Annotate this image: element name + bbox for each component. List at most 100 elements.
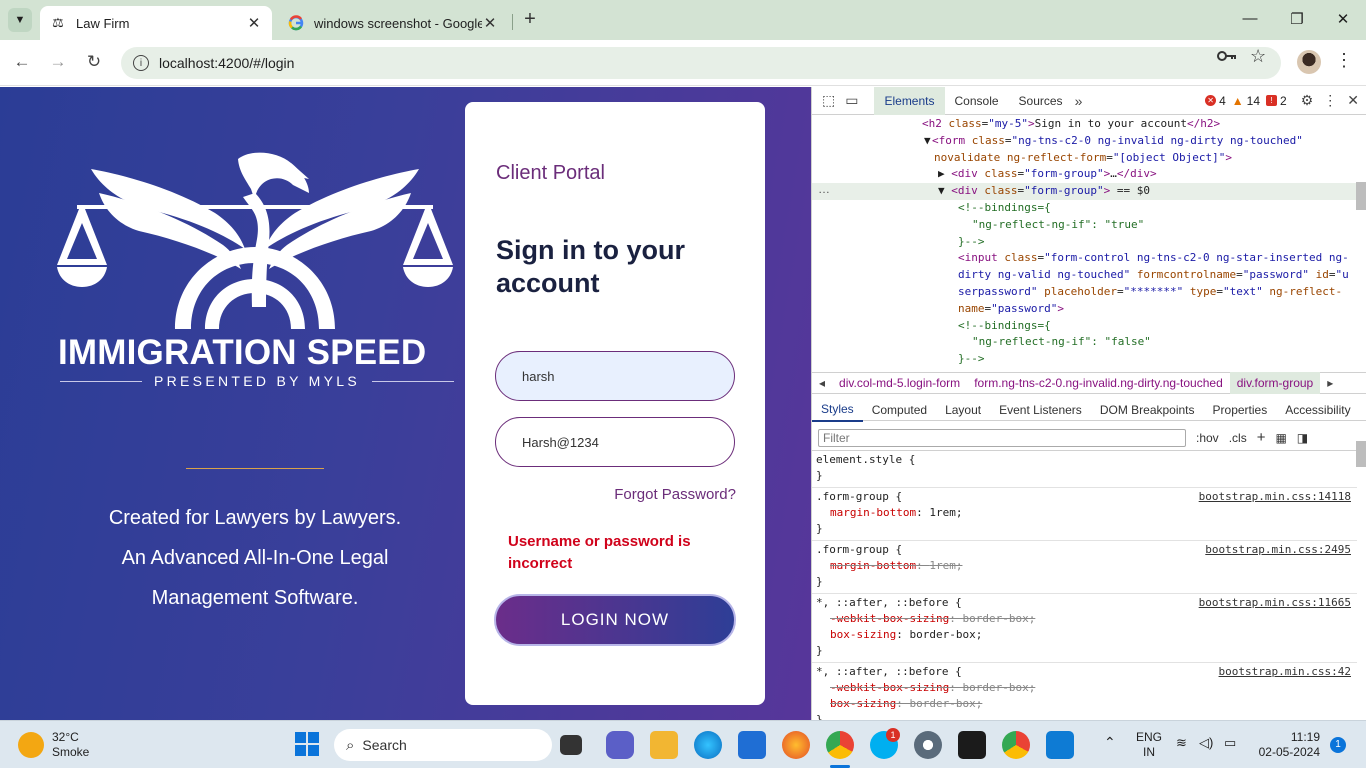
clock[interactable]: 11:19 02-05-2024 <box>1259 730 1320 760</box>
tray-overflow-chevron-icon[interactable]: ⌃ <box>1104 734 1116 751</box>
errors-badge[interactable]: ✕ 4 <box>1205 94 1226 108</box>
close-devtools-icon[interactable]: ✕ <box>1347 92 1359 109</box>
dom-line[interactable]: novalidate ng-reflect-form="[object Obje… <box>812 150 1357 167</box>
volume-icon[interactable]: ◁) <box>1199 735 1213 751</box>
battery-icon[interactable]: ▭ <box>1224 735 1236 751</box>
breadcrumb-item[interactable]: div.col-md-5.login-form <box>832 372 967 394</box>
property-value[interactable]: border-box; <box>962 681 1035 694</box>
tab-google-search[interactable]: windows screenshot - Google S ✕ <box>278 6 508 40</box>
inspect-element-icon[interactable]: ⬚ <box>822 92 835 109</box>
breadcrumb-scroll-left-icon[interactable]: ◂ <box>812 372 832 394</box>
chrome-active-icon[interactable] <box>826 731 854 759</box>
dom-line[interactable]: name="password"> <box>812 301 1357 318</box>
tab-dom-breakpoints[interactable]: DOM Breakpoints <box>1091 399 1204 421</box>
cls-toggle[interactable]: .cls <box>1229 431 1247 445</box>
new-tab-plus-icon[interactable]: + <box>520 9 540 31</box>
forgot-password-link[interactable]: Forgot Password? <box>614 486 736 503</box>
dom-line[interactable]: ▶ <div class="form-group">…</div> <box>812 166 1357 183</box>
dom-line[interactable]: "ng-reflect-ng-if": "true" <box>812 217 1357 234</box>
rule-source-link[interactable]: bootstrap.min.css:2495 <box>1205 542 1351 558</box>
property-name[interactable]: -webkit-box-sizing <box>830 681 949 694</box>
breadcrumb-item-active[interactable]: div.form-group <box>1229 372 1321 394</box>
chrome-icon[interactable] <box>1002 731 1030 759</box>
style-rule[interactable]: element.style { } <box>812 451 1357 488</box>
settings-gear-icon[interactable]: ⚙ <box>1301 92 1314 109</box>
style-rule[interactable]: .form-group {bootstrap.min.css:14118 mar… <box>812 488 1357 541</box>
teams-chat-icon[interactable] <box>606 731 634 759</box>
property-name[interactable]: margin-bottom <box>830 506 916 519</box>
minimize-icon[interactable]: — <box>1240 10 1260 30</box>
weather-widget[interactable]: 32°C Smoke <box>18 730 89 760</box>
property-value[interactable]: 1rem; <box>929 506 962 519</box>
more-tabs-icon[interactable]: » <box>1075 93 1083 109</box>
property-name[interactable]: margin-bottom <box>830 559 916 572</box>
settings-icon[interactable] <box>914 731 942 759</box>
dom-line-selected[interactable]: ▼ <div class="form-group"> == $0 <box>812 183 1357 200</box>
close-tab-icon[interactable]: ✕ <box>482 14 498 32</box>
store-icon[interactable] <box>738 731 766 759</box>
close-window-icon[interactable]: ✕ <box>1333 10 1353 30</box>
address-bar[interactable]: i localhost:4200/#/login <box>121 47 1281 79</box>
restore-icon[interactable]: ❐ <box>1287 10 1307 30</box>
dom-line[interactable]: serpassword" placeholder="*******" type=… <box>812 284 1357 301</box>
property-value[interactable]: 1rem; <box>929 559 962 572</box>
tab-computed[interactable]: Computed <box>863 399 936 421</box>
vscode-icon[interactable] <box>1046 731 1074 759</box>
dom-line[interactable]: }--> <box>812 234 1357 251</box>
rule-source-link[interactable]: bootstrap.min.css:42 <box>1219 664 1351 680</box>
breadcrumb-item[interactable]: form.ng-tns-c2-0.ng-invalid.ng-dirty.ng-… <box>967 372 1230 394</box>
dom-line[interactable]: <!--bindings={ <box>812 200 1357 217</box>
reload-icon[interactable]: ↻ <box>82 50 106 74</box>
firefox-icon[interactable] <box>782 731 810 759</box>
warnings-badge[interactable]: ▲ 14 <box>1232 94 1260 108</box>
username-input[interactable]: harsh <box>495 351 735 401</box>
device-toolbar-icon[interactable]: ▭ <box>845 92 858 109</box>
tab-accessibility[interactable]: Accessibility <box>1276 399 1359 421</box>
dom-line[interactable]: dirty ng-valid ng-touched" formcontrolna… <box>812 267 1357 284</box>
notification-badge[interactable]: 1 <box>1330 737 1346 753</box>
styles-scrollbar-thumb[interactable] <box>1356 441 1366 467</box>
property-value[interactable]: border-box; <box>962 612 1035 625</box>
password-input[interactable]: Harsh@1234 <box>495 417 735 467</box>
dom-scrollbar-thumb[interactable] <box>1356 182 1366 210</box>
property-value[interactable]: border-box; <box>909 628 982 641</box>
profile-avatar[interactable] <box>1297 50 1321 74</box>
style-rule[interactable]: *, ::after, ::before {bootstrap.min.css:… <box>812 594 1357 663</box>
property-value[interactable]: border-box; <box>909 697 982 710</box>
toggle-sidebar-icon[interactable]: ◨ <box>1297 431 1308 445</box>
dom-line[interactable]: "ng-reflect-ng-if": "false" <box>812 334 1357 351</box>
terminal-icon[interactable] <box>958 731 986 759</box>
tab-elements[interactable]: Elements <box>874 86 945 115</box>
rule-source-link[interactable]: bootstrap.min.css:14118 <box>1199 489 1351 505</box>
issues-badge[interactable]: ! 2 <box>1266 94 1287 108</box>
tab-sources[interactable]: Sources <box>1009 87 1073 115</box>
tab-search-chevron-icon[interactable]: ▼ <box>8 8 32 32</box>
paint-icon[interactable]: ▦ <box>1275 431 1286 445</box>
dom-tree[interactable]: <h2 class="my-5">Sign in to your account… <box>812 116 1357 368</box>
browser-menu-icon[interactable]: ⋮ <box>1335 50 1353 71</box>
dom-line[interactable]: <!--bindings={ <box>812 318 1357 335</box>
property-name[interactable]: box-sizing <box>830 697 896 710</box>
tab-console[interactable]: Console <box>945 87 1009 115</box>
dom-line[interactable]: <input class="form-control ng-tns-c2-0 n… <box>812 250 1357 267</box>
rule-source-link[interactable]: bootstrap.min.css:11665 <box>1199 595 1351 611</box>
styles-filter-input[interactable]: Filter <box>818 428 1186 447</box>
forward-arrow-icon[interactable]: → <box>46 50 70 74</box>
dom-line[interactable]: ▼ <form class="ng-tns-c2-0 ng-invalid ng-… <box>812 133 1357 150</box>
tab-event-listeners[interactable]: Event Listeners <box>990 399 1091 421</box>
edge-icon[interactable] <box>694 731 722 759</box>
tab-properties[interactable]: Properties <box>1204 399 1277 421</box>
bookmark-star-icon[interactable]: ☆ <box>1250 46 1266 67</box>
tab-layout[interactable]: Layout <box>936 399 990 421</box>
windows-start-icon[interactable] <box>294 731 322 759</box>
tab-styles[interactable]: Styles <box>812 398 863 422</box>
site-info-icon[interactable]: i <box>133 55 149 71</box>
tab-law-firm[interactable]: ⚖ Law Firm ✕ <box>40 6 272 40</box>
property-name[interactable]: -webkit-box-sizing <box>830 612 949 625</box>
hov-toggle[interactable]: :hov <box>1196 431 1219 445</box>
wifi-icon[interactable]: ≋ <box>1176 735 1187 751</box>
dom-line-ellipsis-icon[interactable]: … <box>818 182 830 196</box>
task-view-icon[interactable] <box>560 735 582 755</box>
login-button[interactable]: LOGIN NOW <box>494 594 736 646</box>
property-name[interactable]: box-sizing <box>830 628 896 641</box>
